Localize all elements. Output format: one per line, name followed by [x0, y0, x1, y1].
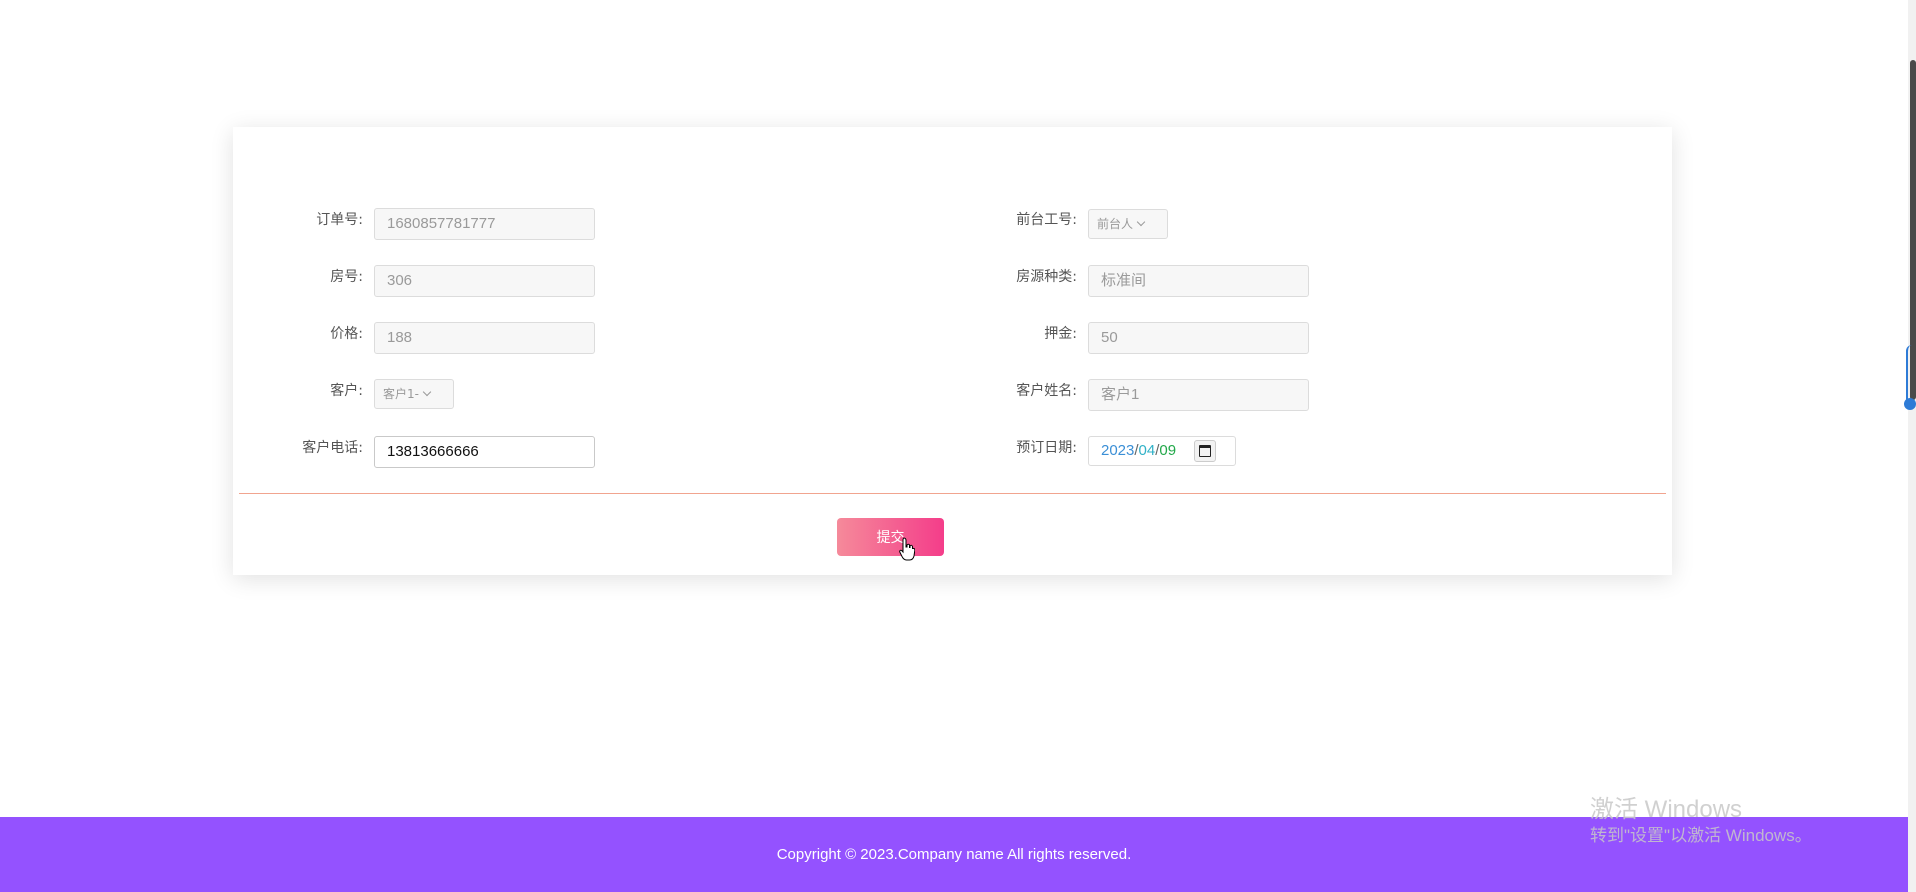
room-type-field[interactable]: 标准间 [1088, 265, 1309, 297]
customer-selected: 客户1- [383, 387, 419, 401]
submit-button[interactable]: 提交 [837, 518, 944, 556]
booking-date-input[interactable]: 2023 / 04 / 09 [1088, 436, 1236, 466]
scroll-indicator-dot [1904, 398, 1916, 410]
calendar-icon [1199, 445, 1212, 457]
price-label: 价格: [330, 326, 363, 342]
chevron-down-icon [1136, 217, 1146, 227]
calendar-picker-button[interactable] [1194, 440, 1217, 462]
customer-phone-input[interactable]: 13813666666 [374, 436, 595, 468]
watermark-title: 激活 Windows [1590, 796, 1743, 823]
room-type-label: 房源种类: [1016, 269, 1077, 285]
room-no-field[interactable]: 306 [374, 265, 595, 297]
date-month: 04 [1138, 442, 1156, 459]
form-divider [239, 493, 1666, 494]
order-no-label: 订单号: [316, 212, 363, 228]
customer-phone-label: 客户电话: [302, 440, 363, 456]
customer-select[interactable]: 客户1- [374, 379, 454, 409]
order-no-field[interactable]: 1680857781777 [374, 208, 595, 240]
hand-cursor-icon [899, 537, 915, 561]
deposit-label: 押金: [1044, 326, 1077, 342]
staff-no-select[interactable]: 前台人 [1088, 209, 1168, 239]
staff-no-label: 前台工号: [1016, 212, 1077, 228]
booking-date-label: 预订日期: [1016, 440, 1077, 456]
chevron-down-icon [422, 387, 432, 397]
staff-no-selected: 前台人 [1097, 217, 1134, 231]
scroll-indicator [1906, 345, 1916, 405]
date-day: 09 [1159, 442, 1177, 459]
price-field[interactable]: 188 [374, 322, 595, 354]
order-form-card: 订单号: 1680857781777 前台工号: 前台人 房号: 306 房源种… [233, 127, 1672, 575]
deposit-field[interactable]: 50 [1088, 322, 1309, 354]
customer-name-field[interactable]: 客户1 [1088, 379, 1309, 411]
copyright-text: Copyright © 2023.Company name All rights… [776, 846, 1132, 863]
page: 订单号: 1680857781777 前台工号: 前台人 房号: 306 房源种… [0, 0, 1916, 892]
watermark-subtitle: 转到"设置"以激活 Windows。 [1590, 826, 1812, 845]
customer-label: 客户: [330, 383, 363, 399]
date-year: 2023 [1101, 442, 1135, 459]
windows-activation-watermark: 激活 Windows 转到"设置"以激活 Windows。 [1590, 795, 1812, 847]
customer-name-label: 客户姓名: [1016, 383, 1077, 399]
room-no-label: 房号: [330, 269, 363, 285]
